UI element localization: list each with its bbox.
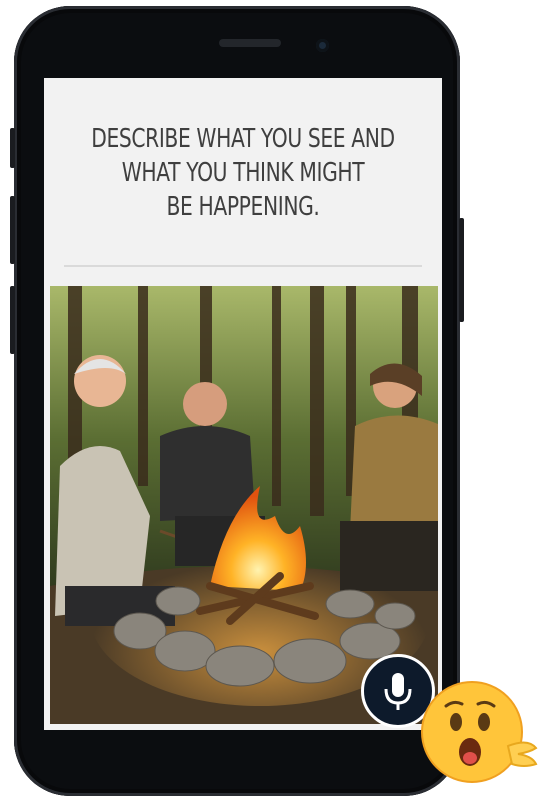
prompt-text: DESCRIBE WHAT YOU SEE AND WHAT YOU THINK… [88,122,398,224]
phone-mute-switch [10,128,15,168]
phone-camera [316,39,329,52]
prompt-line-2: WHAT YOU THINK MIGHT [121,158,365,188]
phone-speaker [219,39,281,47]
phone-power-button [459,218,464,322]
app-screen: DESCRIBE WHAT YOU SEE AND WHAT YOU THINK… [44,78,442,730]
phone-volume-up [10,196,15,264]
divider [64,265,422,267]
prompt-line-3: BE HAPPENING. [166,192,320,222]
phone-volume-down [10,286,15,354]
prompt-line-1: DESCRIBE WHAT YOU SEE AND [91,124,395,154]
surprised-face-emoji [420,676,542,788]
hand-icon [506,741,538,767]
